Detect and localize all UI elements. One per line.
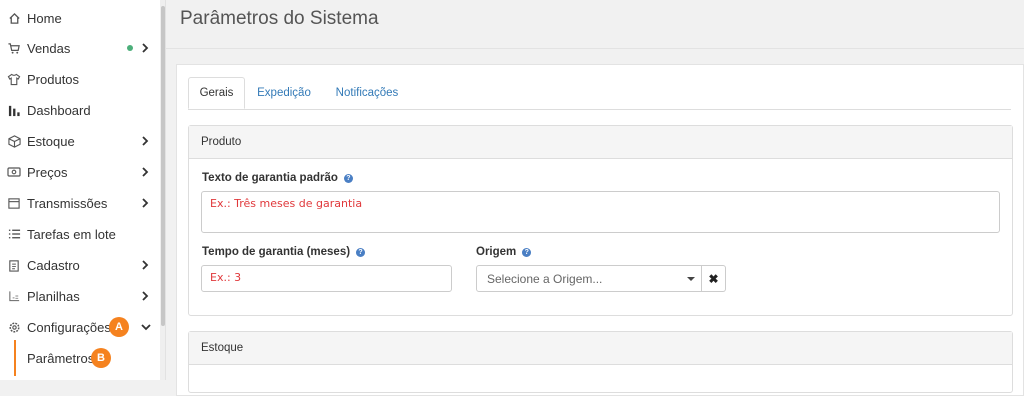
sidebar-item-transmissoes[interactable]: Transmissões — [0, 188, 160, 218]
sidebar: Home Vendas Produtos Dashboard Estoque P… — [0, 0, 166, 380]
sidebar-item-precos[interactable]: Preços — [0, 157, 160, 187]
warranty-time-label-text: Tempo de garantia (meses) — [202, 246, 351, 258]
panel-title: Produto — [189, 126, 1012, 159]
settings-card: Gerais Expedição Notificações Produto Te… — [176, 64, 1024, 396]
origin-label: Origem? — [476, 246, 532, 258]
sidebar-subitem-parametros[interactable]: Parâmetros B — [20, 343, 160, 373]
tab-notificacoes[interactable]: Notificações — [328, 77, 406, 109]
sidebar-item-label: Configurações — [27, 319, 111, 335]
sidebar-item-label: Estoque — [27, 133, 75, 149]
gear-icon — [7, 320, 21, 334]
cart-icon — [7, 41, 21, 55]
box-icon — [7, 134, 21, 148]
warranty-text-label: Texto de garantia padrão? — [202, 172, 353, 184]
spreadsheet-icon — [7, 289, 21, 303]
sidebar-item-dashboard[interactable]: Dashboard — [0, 95, 160, 125]
list-icon — [7, 227, 21, 241]
chevron-right-icon — [142, 260, 149, 270]
page-title: Parâmetros do Sistema — [180, 8, 379, 29]
sidebar-item-label: Vendas — [27, 40, 71, 56]
sidebar-item-label: Preços — [27, 164, 68, 180]
chevron-right-icon — [142, 291, 149, 301]
store-icon — [7, 196, 21, 210]
help-icon[interactable]: ? — [343, 174, 353, 183]
chevron-right-icon — [142, 43, 149, 53]
panel-estoque: Estoque — [188, 331, 1013, 393]
sidebar-item-planilhas[interactable]: Planilhas — [0, 281, 160, 311]
caret-down-icon — [687, 277, 695, 281]
shirt-icon — [7, 72, 21, 86]
sidebar-item-produtos[interactable]: Produtos — [0, 64, 160, 94]
warranty-time-label: Tempo de garantia (meses)? — [202, 246, 366, 258]
origin-select-value: Selecione a Origem... — [487, 271, 603, 286]
chevron-right-icon — [142, 198, 149, 208]
sidebar-item-label: Produtos — [27, 71, 80, 87]
origin-label-text: Origem — [476, 246, 517, 258]
help-icon[interactable]: ? — [522, 248, 532, 257]
home-icon — [7, 11, 21, 25]
sidebar-item-label: Transmissões — [27, 195, 108, 211]
help-icon[interactable]: ? — [356, 248, 366, 257]
sidebar-item-label: Cadastro — [27, 257, 80, 273]
warranty-text-label-text: Texto de garantia padrão — [202, 172, 338, 184]
status-dot — [127, 45, 133, 51]
clipboard-icon — [7, 258, 21, 272]
chevron-right-icon — [142, 167, 149, 177]
sidebar-scrollbar-thumb[interactable] — [161, 6, 165, 326]
sidebar-item-label: Dashboard — [27, 102, 91, 118]
tab-gerais[interactable]: Gerais — [188, 77, 245, 109]
panel-title: Estoque — [189, 332, 1012, 365]
sidebar-item-label: Tarefas em lote — [27, 226, 116, 242]
active-indicator — [14, 340, 16, 376]
sidebar-item-label: Home — [27, 10, 62, 26]
warranty-text-input[interactable]: Ex.: Três meses de garantia — [201, 191, 1000, 233]
sidebar-item-cadastro[interactable]: Cadastro — [0, 250, 160, 280]
price-tag-icon — [7, 165, 21, 179]
origin-select[interactable]: Selecione a Origem... — [476, 265, 702, 292]
tab-bar: Gerais Expedição Notificações — [188, 77, 1011, 110]
warranty-time-input[interactable]: Ex.: 3 — [201, 265, 452, 292]
sidebar-item-tarefas-em-lote[interactable]: Tarefas em lote — [0, 219, 160, 249]
chevron-down-icon — [141, 324, 151, 331]
sidebar-item-estoque[interactable]: Estoque — [0, 126, 160, 156]
annotation-badge-a: A — [109, 317, 129, 337]
bar-chart-icon — [7, 103, 21, 117]
sidebar-item-home[interactable]: Home — [0, 3, 160, 33]
tab-expedicao[interactable]: Expedição — [250, 77, 318, 109]
chevron-right-icon — [142, 136, 149, 146]
header-divider — [166, 48, 1024, 49]
sidebar-item-label: Planilhas — [27, 288, 80, 304]
sidebar-item-configuracoes[interactable]: Configurações A — [0, 312, 160, 342]
clear-origin-button[interactable]: ✖ — [702, 265, 726, 292]
sidebar-item-vendas[interactable]: Vendas — [0, 33, 160, 63]
panel-produto: Produto Texto de garantia padrão? Ex.: T… — [188, 125, 1013, 316]
annotation-badge-b: B — [91, 348, 111, 368]
sidebar-item-label: Parâmetros — [27, 350, 95, 366]
